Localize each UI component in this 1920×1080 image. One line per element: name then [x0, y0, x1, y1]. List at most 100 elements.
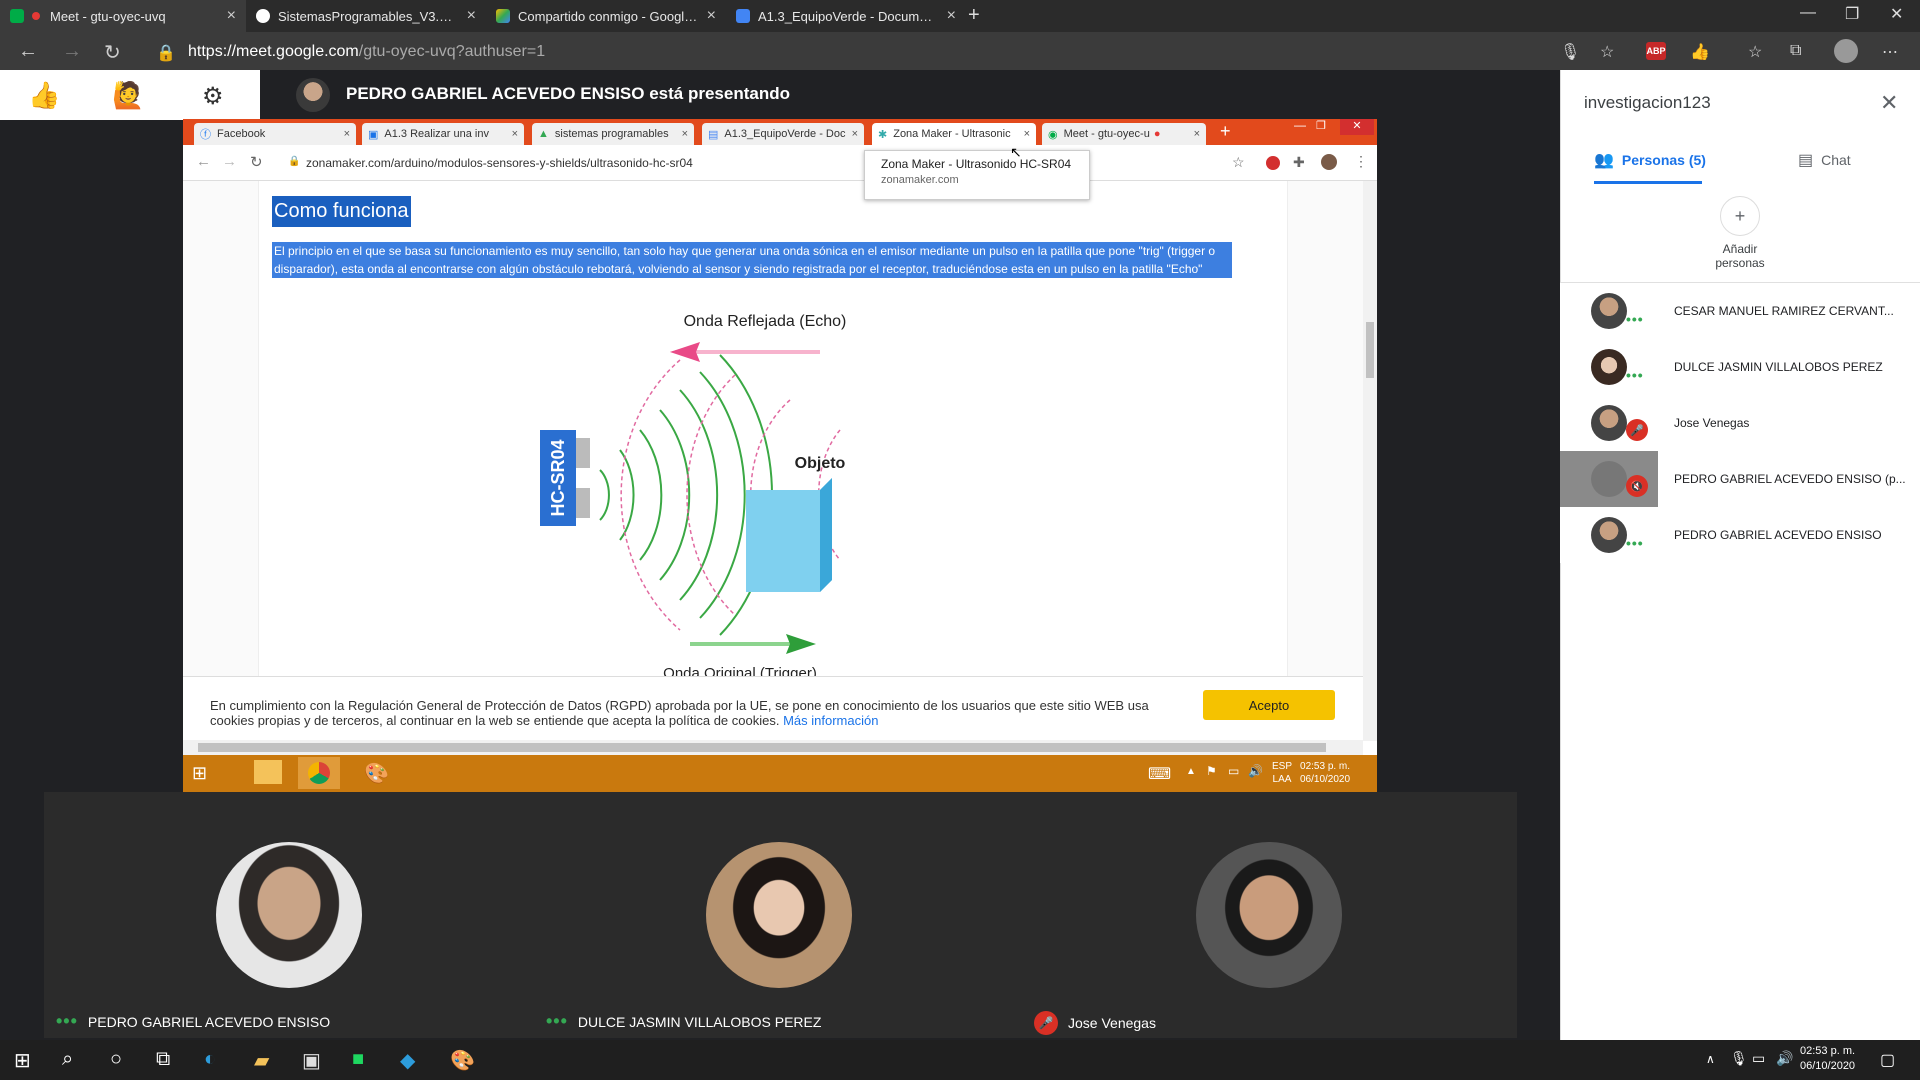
tab-people[interactable]: 👥 Personas (5) — [1594, 150, 1706, 170]
close-panel-icon[interactable]: ✕ — [1880, 90, 1898, 116]
close-icon[interactable]: × — [338, 128, 350, 140]
volume-icon[interactable]: 🔊 — [1776, 1050, 1793, 1067]
close-window-icon[interactable]: ✕ — [1340, 119, 1374, 135]
tab-github[interactable]: SistemasProgramables_V3.0/C1. × — [246, 0, 486, 32]
collections-icon[interactable]: ⧉ — [1790, 42, 1801, 60]
minimize-icon[interactable]: — — [1294, 118, 1306, 132]
scrollbar-thumb[interactable] — [198, 743, 1326, 752]
file-explorer-icon[interactable]: ▰ — [254, 1048, 269, 1073]
thumbs-up-icon[interactable]: 👍 — [28, 80, 60, 111]
favorites-icon[interactable]: ☆ — [1748, 42, 1762, 62]
chevron-up-icon[interactable]: ∧ — [1706, 1052, 1715, 1066]
participant-row[interactable]: ••• CESAR MANUEL RAMIREZ CERVANT... — [1560, 283, 1920, 339]
url-field[interactable]: https://meet.google.com/gtu-oyec-uvq?aut… — [188, 43, 545, 61]
close-window-icon[interactable]: ✕ — [1890, 4, 1903, 24]
close-icon[interactable]: × — [947, 7, 956, 25]
close-icon[interactable]: × — [1018, 128, 1030, 140]
windows-start-icon[interactable]: ⊞ — [192, 763, 207, 784]
chrome-taskbar-button[interactable] — [298, 757, 340, 789]
scrollbar-thumb[interactable] — [1366, 322, 1374, 378]
language-indicator[interactable]: ESP LAA — [1272, 760, 1292, 786]
taskbar-clock[interactable]: 02:53 p. m. 06/10/2020 — [1800, 1044, 1855, 1074]
extension-icon[interactable] — [1266, 156, 1280, 170]
add-people-button[interactable]: + Añadir personas — [1700, 196, 1780, 270]
paint-icon[interactable]: 🎨 — [364, 761, 389, 786]
network-icon[interactable]: ▭ — [1228, 764, 1239, 778]
speaking-dots-icon: ••• — [546, 1011, 568, 1031]
accept-button[interactable]: Acepto — [1203, 690, 1335, 720]
settings-icon[interactable]: ⚙ — [202, 82, 224, 111]
tile-avatar-jose — [1196, 842, 1342, 988]
shared-tab-facebook[interactable]: ⓕ Facebook × — [194, 123, 356, 145]
tab-chat[interactable]: ▤ Chat — [1798, 150, 1851, 170]
reload-icon[interactable]: ↻ — [104, 40, 121, 65]
profile-avatar[interactable] — [1321, 154, 1337, 170]
tab-drive[interactable]: Compartido conmigo - Google D × — [486, 0, 726, 32]
task-view-icon[interactable]: ⧉ — [156, 1048, 170, 1071]
shared-tab-drive[interactable]: ▲ sistemas programables × — [532, 123, 694, 145]
chevron-up-icon[interactable]: ▲ — [1186, 766, 1196, 777]
shared-tab-a13[interactable]: ▣ A1.3 Realizar una inv × — [362, 123, 524, 145]
back-icon[interactable]: ← — [196, 153, 211, 170]
flag-icon[interactable]: ⚑ — [1206, 764, 1217, 778]
microphone-icon[interactable]: 🎙 — [1560, 42, 1580, 62]
shared-tab-docs[interactable]: ▤ A1.3_EquipoVerde - Doc × — [702, 123, 864, 145]
puzzle-icon[interactable]: ✚ — [1293, 154, 1305, 171]
keyboard-icon[interactable]: ⌨ — [1148, 764, 1171, 784]
tab-label: SistemasProgramables_V3.0/C1. — [278, 8, 459, 24]
cortana-icon[interactable]: ○ — [110, 1048, 122, 1071]
paint-icon[interactable]: 🎨 — [450, 1048, 475, 1073]
maximize-icon[interactable]: ❐ — [1316, 119, 1326, 132]
adblock-icon[interactable]: ABP — [1646, 42, 1666, 60]
section-paragraph: El principio en el que se basa su funcio… — [272, 242, 1232, 278]
file-explorer-icon[interactable] — [254, 760, 282, 784]
microphone-icon[interactable]: 🎙 — [1730, 1050, 1748, 1067]
vertical-scrollbar[interactable] — [1363, 181, 1377, 741]
shared-tab-zonamaker[interactable]: ✱ Zona Maker - Ultrasonic × — [872, 123, 1036, 145]
windows-start-icon[interactable]: ⊞ — [14, 1048, 31, 1073]
app-icon[interactable]: ■ — [352, 1048, 364, 1071]
notifications-icon[interactable]: ▢ — [1880, 1050, 1895, 1070]
minimize-icon[interactable]: — — [1800, 4, 1816, 22]
tab-docs[interactable]: A1.3_EquipoVerde - Documento × — [726, 0, 966, 32]
forward-icon[interactable]: → — [62, 40, 82, 63]
forward-icon[interactable]: → — [222, 153, 237, 170]
vscode-icon[interactable]: ◆ — [400, 1048, 415, 1073]
more-info-link[interactable]: Más información — [783, 713, 878, 728]
back-icon[interactable]: ← — [18, 40, 38, 63]
volume-icon[interactable]: 🔊 — [1248, 764, 1263, 778]
more-icon[interactable]: ⋯ — [1882, 42, 1898, 62]
new-tab-button[interactable]: + — [1220, 121, 1231, 142]
close-icon[interactable]: × — [467, 7, 476, 25]
shared-url[interactable]: zonamaker.com/arduino/modulos-sensores-y… — [306, 156, 693, 170]
maximize-icon[interactable]: ❐ — [1845, 4, 1859, 24]
close-icon[interactable]: × — [506, 128, 518, 140]
participant-row[interactable]: 🔇 PEDRO GABRIEL ACEVEDO ENSISO (p... — [1560, 451, 1920, 507]
close-icon[interactable]: × — [676, 128, 688, 140]
network-icon[interactable]: ▭ — [1752, 1050, 1765, 1067]
raise-hand-icon[interactable]: 🙋 — [112, 80, 144, 111]
search-icon[interactable]: ⌕ — [62, 1048, 73, 1071]
close-icon[interactable]: × — [846, 128, 858, 140]
shared-tab-meet[interactable]: ◉ Meet - gtu-oyec-u ● × — [1042, 123, 1206, 145]
participant-row[interactable]: ••• PEDRO GABRIEL ACEVEDO ENSISO — [1560, 507, 1920, 563]
reload-icon[interactable]: ↻ — [250, 153, 263, 171]
edge-icon[interactable]: ◐ — [204, 1048, 216, 1071]
object-label: Objeto — [795, 455, 846, 472]
tab-meet[interactable]: Meet - gtu-oyec-uvq × — [0, 0, 246, 32]
star-icon[interactable]: ☆ — [1232, 154, 1245, 171]
new-tab-button[interactable]: + — [968, 4, 980, 27]
profile-avatar[interactable] — [1834, 39, 1858, 63]
store-icon[interactable]: ▣ — [302, 1048, 321, 1073]
close-icon[interactable]: × — [1188, 128, 1200, 140]
star-icon[interactable]: ☆ — [1600, 42, 1614, 62]
lang-code: ESP — [1272, 761, 1293, 772]
more-icon[interactable]: ⋮ — [1354, 153, 1368, 170]
close-icon[interactable]: × — [707, 7, 716, 25]
participant-row[interactable]: 🎤 Jose Venegas — [1560, 395, 1920, 451]
tab-label: Facebook — [217, 128, 266, 140]
thumbs-up-extension-icon[interactable]: 👍 — [1690, 42, 1710, 62]
participant-row[interactable]: ••• DULCE JASMIN VILLALOBOS PEREZ — [1560, 339, 1920, 395]
shared-clock[interactable]: 02:53 p. m. 06/10/2020 — [1300, 760, 1350, 786]
close-icon[interactable]: × — [227, 7, 236, 25]
